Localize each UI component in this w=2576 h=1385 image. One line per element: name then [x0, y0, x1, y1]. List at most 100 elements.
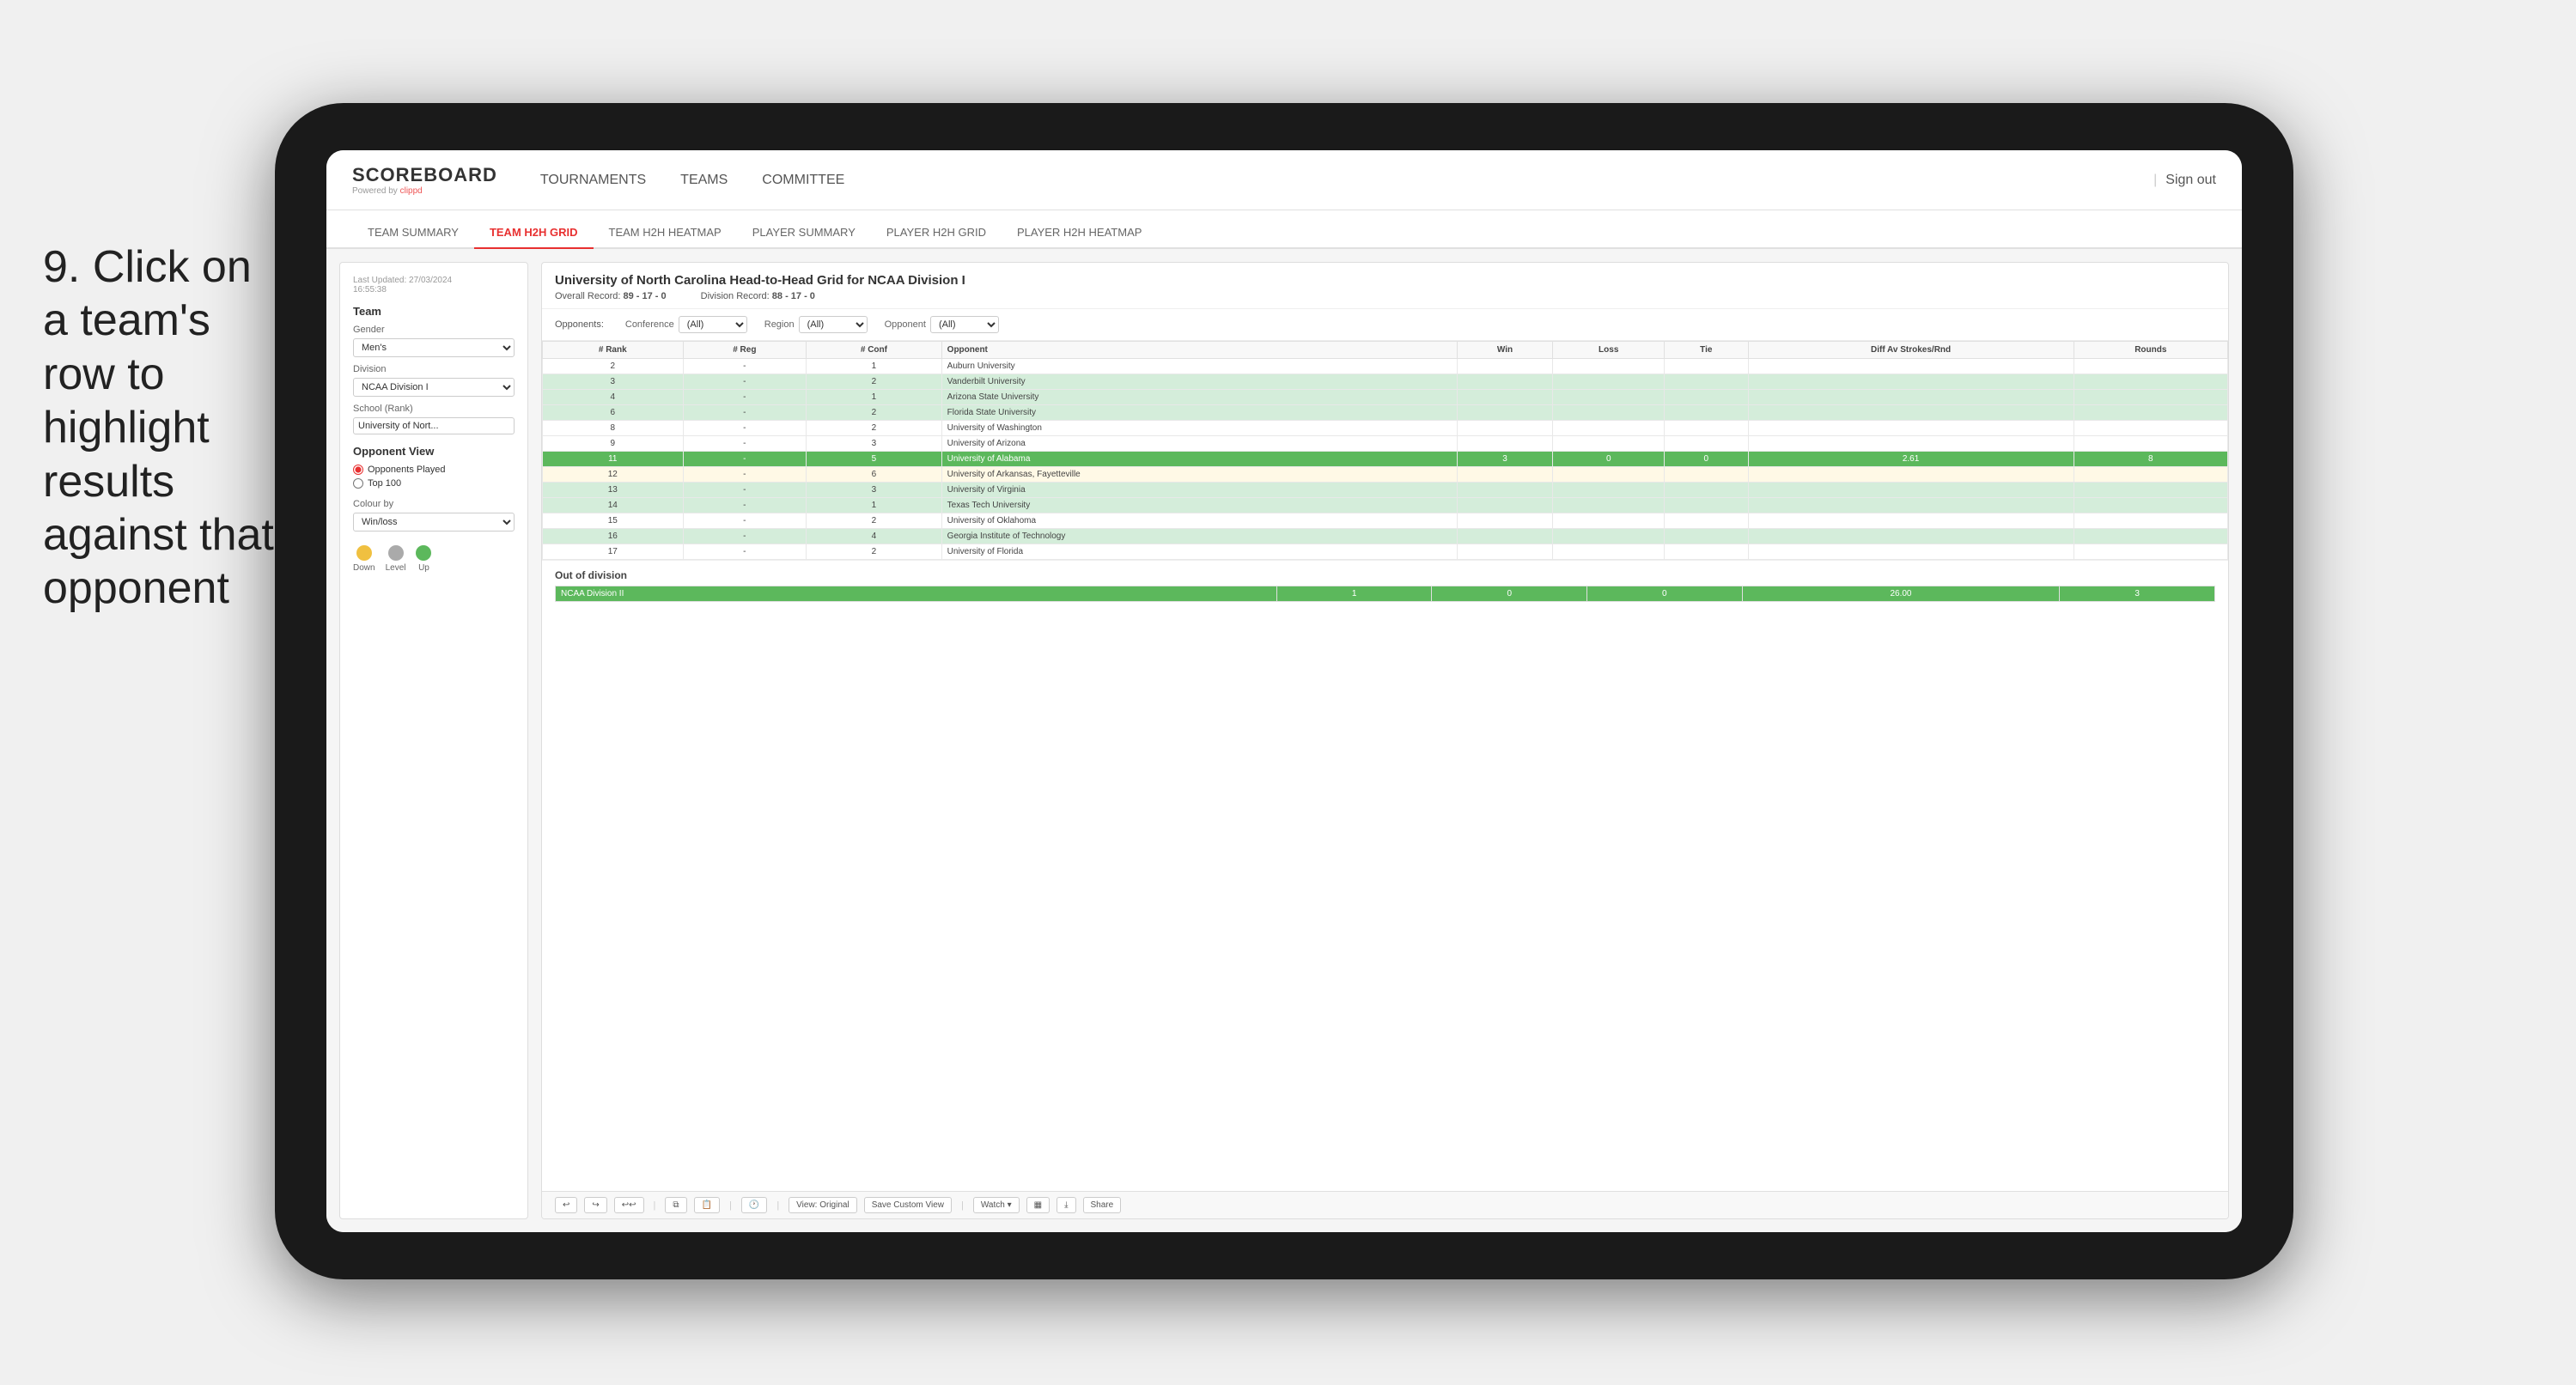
overall-record-value: 89 - 17 - 0	[623, 291, 666, 301]
radio-opponents-played[interactable]: Opponents Played	[353, 465, 515, 475]
table-row[interactable]: 12 - 6 University of Arkansas, Fayettevi…	[543, 467, 2228, 483]
table-row[interactable]: 8 - 2 University of Washington	[543, 421, 2228, 436]
undo-btn[interactable]: ↩	[555, 1197, 577, 1213]
cell-tie	[1665, 436, 1748, 452]
cell-win: 3	[1457, 452, 1553, 467]
division-row[interactable]: NCAA Division II 1 0 0 26.00 3	[556, 586, 2215, 602]
table-row[interactable]: 9 - 3 University of Arizona	[543, 436, 2228, 452]
table-row[interactable]: 3 - 2 Vanderbilt University	[543, 374, 2228, 390]
cell-conf: 3	[807, 436, 942, 452]
conference-filter: Conference (All)	[625, 316, 747, 333]
colour-by-select[interactable]: Win/loss	[353, 513, 515, 532]
cell-rounds	[2074, 529, 2227, 544]
toolbar-sep2: |	[729, 1200, 732, 1211]
cell-loss: 0	[1553, 452, 1665, 467]
opponent-filter: Opponent (All)	[885, 316, 999, 333]
sub-nav: TEAM SUMMARY TEAM H2H GRID TEAM H2H HEAT…	[326, 210, 2242, 249]
col-loss: Loss	[1553, 342, 1665, 359]
copy-btn[interactable]: ⧉	[665, 1197, 686, 1213]
col-tie: Tie	[1665, 342, 1748, 359]
cell-rank: 11	[543, 452, 684, 467]
cell-tie	[1665, 374, 1748, 390]
share-btn[interactable]: Share	[1083, 1197, 1122, 1213]
sidebar-school-value[interactable]: University of Nort...	[353, 417, 515, 434]
layout-btn[interactable]: ▦	[1026, 1197, 1050, 1213]
table-row[interactable]: 11 - 5 University of Alabama 3 0 0 2.61 …	[543, 452, 2228, 467]
export-btn[interactable]: ⤓	[1057, 1197, 1075, 1213]
col-opponent: Opponent	[941, 342, 1457, 359]
cell-rounds	[2074, 544, 2227, 560]
region-select[interactable]: (All)	[799, 316, 868, 333]
table-row[interactable]: 2 - 1 Auburn University	[543, 359, 2228, 374]
cell-loss	[1553, 405, 1665, 421]
radio-top100-input[interactable]	[353, 478, 363, 489]
view-original-btn[interactable]: View: Original	[789, 1197, 857, 1213]
clock-btn[interactable]: 🕐	[741, 1197, 767, 1213]
cell-opponent: University of Oklahoma	[941, 513, 1457, 529]
nav-sign-in[interactable]: Sign out	[2165, 173, 2216, 188]
redo-btn[interactable]: ↪	[584, 1197, 606, 1213]
logo-area: SCOREBOARD Powered by clippd	[352, 164, 497, 196]
toolbar-sep3: |	[776, 1200, 779, 1211]
nav-tournaments[interactable]: TOURNAMENTS	[540, 168, 646, 192]
cell-reg: -	[683, 359, 807, 374]
table-row[interactable]: 16 - 4 Georgia Institute of Technology	[543, 529, 2228, 544]
cell-opponent: University of Virginia	[941, 483, 1457, 498]
sub-nav-player-summary[interactable]: PLAYER SUMMARY	[737, 217, 871, 249]
cell-rounds: 8	[2074, 452, 2227, 467]
cell-opponent: Texas Tech University	[941, 498, 1457, 513]
last-updated-label: Last Updated: 27/03/2024	[353, 276, 452, 285]
colour-by-label: Colour by	[353, 499, 515, 509]
col-rounds: Rounds	[2074, 342, 2227, 359]
radio-opponents-input[interactable]	[353, 465, 363, 475]
col-conf: # Conf	[807, 342, 942, 359]
table-row[interactable]: 17 - 2 University of Florida	[543, 544, 2228, 560]
sub-nav-player-h2h-heatmap[interactable]: PLAYER H2H HEATMAP	[1002, 217, 1157, 249]
table-row[interactable]: 15 - 2 University of Oklahoma	[543, 513, 2228, 529]
cell-loss	[1553, 436, 1665, 452]
conference-select[interactable]: (All)	[679, 316, 747, 333]
nav-teams[interactable]: TEAMS	[680, 168, 728, 192]
cell-win	[1457, 359, 1553, 374]
tablet-device: SCOREBOARD Powered by clippd TOURNAMENTS…	[275, 103, 2293, 1279]
watch-btn[interactable]: Watch ▾	[973, 1197, 1020, 1213]
cell-rank: 4	[543, 390, 684, 405]
radio-top100[interactable]: Top 100	[353, 478, 515, 489]
opponent-label: Opponent	[885, 319, 926, 330]
sidebar-division-select[interactable]: NCAA Division I	[353, 378, 515, 397]
save-custom-btn[interactable]: Save Custom View	[864, 1197, 952, 1213]
cell-reg: -	[683, 374, 807, 390]
sub-nav-team-summary[interactable]: TEAM SUMMARY	[352, 217, 474, 249]
table-row[interactable]: 4 - 1 Arizona State University	[543, 390, 2228, 405]
division-win: 1	[1276, 586, 1432, 602]
cell-conf: 2	[807, 421, 942, 436]
paste-btn[interactable]: 📋	[694, 1197, 720, 1213]
cell-conf: 1	[807, 390, 942, 405]
logo-scoreboard: SCOREBOARD	[352, 164, 497, 186]
cell-loss	[1553, 513, 1665, 529]
sub-nav-team-h2h-grid[interactable]: TEAM H2H GRID	[474, 217, 594, 249]
cell-rounds	[2074, 374, 2227, 390]
cell-rank: 13	[543, 483, 684, 498]
table-row[interactable]: 14 - 1 Texas Tech University	[543, 498, 2228, 513]
sidebar-gender-select[interactable]: Men's	[353, 338, 515, 357]
opponent-select[interactable]: (All)	[930, 316, 999, 333]
table-row[interactable]: 13 - 3 University of Virginia	[543, 483, 2228, 498]
sub-nav-team-h2h-heatmap[interactable]: TEAM H2H HEATMAP	[594, 217, 737, 249]
sub-nav-player-h2h-grid[interactable]: PLAYER H2H GRID	[871, 217, 1002, 249]
cell-opponent: Florida State University	[941, 405, 1457, 421]
nav-committee[interactable]: COMMITTEE	[762, 168, 844, 192]
cell-win	[1457, 544, 1553, 560]
cell-reg: -	[683, 405, 807, 421]
sidebar-school-label: School (Rank)	[353, 404, 515, 414]
cell-opponent: Vanderbilt University	[941, 374, 1457, 390]
table-row[interactable]: 6 - 2 Florida State University	[543, 405, 2228, 421]
region-label: Region	[764, 319, 795, 330]
cell-reg: -	[683, 452, 807, 467]
sidebar-last-updated: Last Updated: 27/03/2024 16:55:38	[353, 276, 515, 295]
reset-btn[interactable]: ↩↩	[614, 1197, 644, 1213]
cell-loss	[1553, 544, 1665, 560]
opponent-view-label: Opponent View	[353, 445, 515, 458]
cell-rounds	[2074, 513, 2227, 529]
toolbar-sep1: |	[654, 1200, 656, 1211]
